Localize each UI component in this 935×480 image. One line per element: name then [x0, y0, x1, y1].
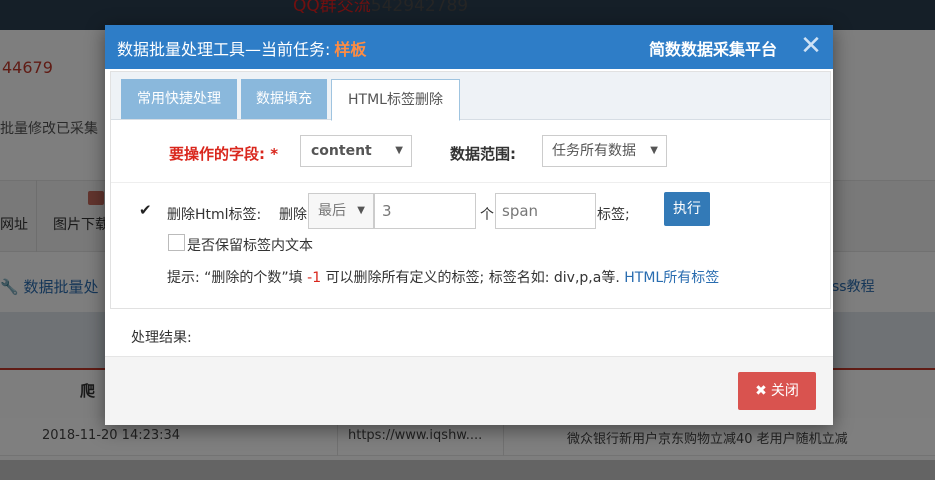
tab-html-tag-delete[interactable]: HTML标签删除: [331, 79, 460, 121]
count-input[interactable]: 3: [374, 193, 476, 229]
close-button[interactable]: ✖ 关闭: [738, 372, 816, 410]
count-unit: 个: [480, 207, 494, 223]
batch-tool-dialog: 数据批量处理工具—当前任务: 样板 简数数据采集平台 ✕ 常用快捷处理 数据填充 …: [105, 25, 833, 425]
tip-middle: 可以删除所有定义的标签; 标签名如: div,p,a等.: [325, 270, 620, 286]
check-icon: ✔: [139, 201, 152, 219]
tag-name-input[interactable]: span: [495, 193, 596, 229]
range-label: 数据范围:: [450, 145, 516, 163]
task-name: 样板: [334, 40, 367, 59]
tab-quick-process[interactable]: 常用快捷处理: [121, 79, 237, 119]
dialog-title: 数据批量处理工具—当前任务: 样板: [117, 36, 366, 60]
field-row: 要操作的字段: * content ▼ 数据范围: 任务所有数据 ▼: [111, 121, 830, 183]
close-icon[interactable]: ✕: [799, 31, 823, 61]
close-button-label: 关闭: [770, 383, 799, 399]
chevron-down-icon: ▼: [357, 205, 365, 216]
delete-html-label: 删除Html标签:: [167, 207, 262, 223]
field-select[interactable]: content ▼: [300, 135, 412, 167]
position-select-value: 最后: [318, 203, 346, 219]
field-select-value: content: [311, 143, 372, 159]
position-select[interactable]: 最后 ▼: [308, 193, 374, 229]
tip-neg-value: -1: [307, 270, 322, 286]
tab-bar: 常用快捷处理 数据填充 HTML标签删除: [111, 72, 830, 121]
delete-word: 删除: [279, 207, 307, 223]
html-tags-link[interactable]: HTML所有标签: [624, 270, 719, 286]
result-label: 处理结果:: [131, 330, 192, 346]
close-icon: ✖: [755, 383, 767, 399]
chevron-down-icon: ▼: [650, 145, 658, 156]
tip-text: 提示: “删除的个数”填 -1 可以删除所有定义的标签; 标签名如: div,p…: [167, 267, 719, 287]
chevron-down-icon: ▼: [395, 145, 403, 156]
dialog-title-text: 数据批量处理工具—当前任务:: [117, 40, 331, 59]
range-select[interactable]: 任务所有数据 ▼: [542, 135, 667, 167]
tab-panel: 常用快捷处理 数据填充 HTML标签删除 要操作的字段: * content ▼ …: [110, 71, 831, 309]
tag-suffix: 标签;: [597, 207, 630, 223]
field-label: 要操作的字段: *: [169, 145, 279, 163]
tab-data-fill[interactable]: 数据填充: [241, 79, 327, 119]
platform-name: 简数数据采集平台: [649, 40, 778, 59]
tip-prefix: 提示: “删除的个数”填: [167, 270, 303, 286]
keep-text-label[interactable]: 是否保留标签内文本: [187, 235, 313, 255]
dialog-footer: [105, 356, 833, 425]
dialog-header: 数据批量处理工具—当前任务: 样板 简数数据采集平台 ✕: [105, 25, 833, 69]
keep-text-checkbox[interactable]: [168, 234, 185, 251]
range-select-value: 任务所有数据: [552, 143, 636, 159]
execute-button[interactable]: 执行: [664, 192, 710, 226]
